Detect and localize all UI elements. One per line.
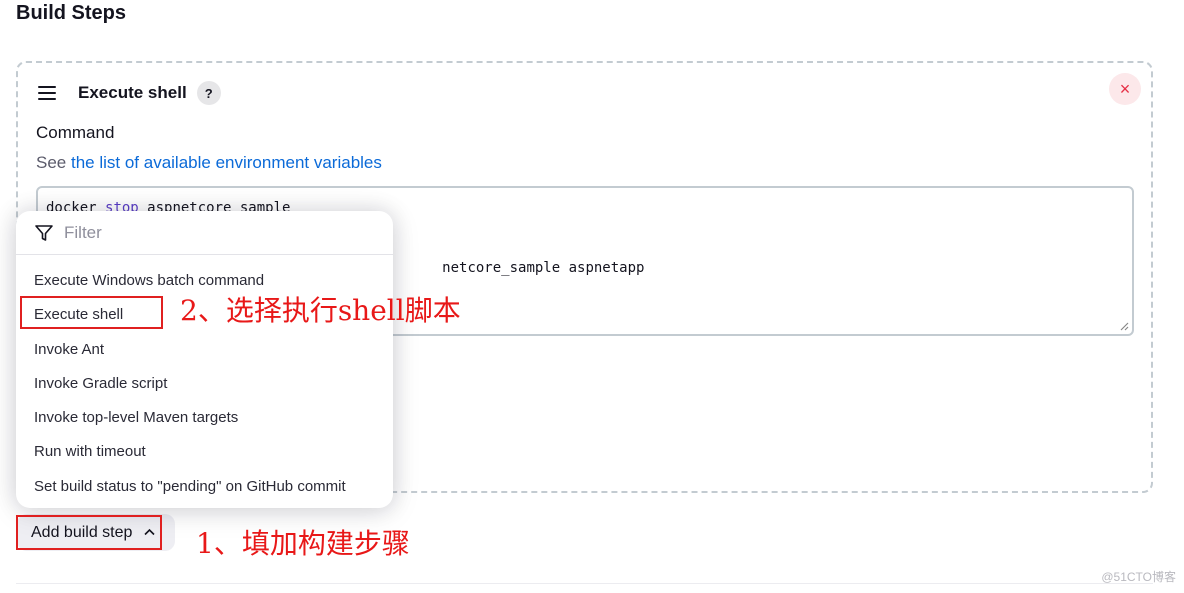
- filter-input[interactable]: [64, 222, 364, 243]
- description-prefix: See: [36, 153, 71, 172]
- menu-item-run-with-timeout[interactable]: Run with timeout: [16, 435, 393, 469]
- command-label: Command: [36, 123, 115, 142]
- env-variables-link[interactable]: the list of available environment variab…: [71, 153, 382, 172]
- step-title: Execute shell: [78, 83, 187, 102]
- menu-item-invoke-ant[interactable]: Invoke Ant: [16, 333, 393, 367]
- help-icon[interactable]: ?: [196, 81, 221, 105]
- annotation-step-1: 1、填加构建步骤: [196, 527, 410, 560]
- command-description: See the list of available environment va…: [36, 153, 382, 173]
- filter-row: [16, 211, 393, 255]
- menu-item-invoke-maven[interactable]: Invoke top-level Maven targets: [16, 401, 393, 435]
- watermark: @51CTO博客: [1101, 570, 1176, 584]
- filter-icon: [35, 224, 53, 241]
- divider: [16, 583, 1153, 584]
- delete-step-button[interactable]: ×: [1109, 73, 1141, 105]
- menu-item-set-build-status[interactable]: Set build status to "pending" on GitHub …: [16, 470, 393, 504]
- drag-handle-icon[interactable]: [38, 86, 56, 100]
- step-header: Execute shell ?: [38, 81, 221, 105]
- section-title: Build Steps: [16, 2, 127, 24]
- annotation-step-2: 2、选择执行shell脚本: [180, 294, 461, 327]
- chevron-up-icon: [144, 528, 155, 535]
- add-build-step-button[interactable]: Add build step: [17, 514, 175, 551]
- menu-item-invoke-gradle[interactable]: Invoke Gradle script: [16, 367, 393, 401]
- resize-handle-icon[interactable]: [1119, 321, 1129, 331]
- add-build-step-label: Add build step: [31, 523, 133, 541]
- add-step-dropdown: Execute Windows batch command Execute sh…: [16, 211, 393, 508]
